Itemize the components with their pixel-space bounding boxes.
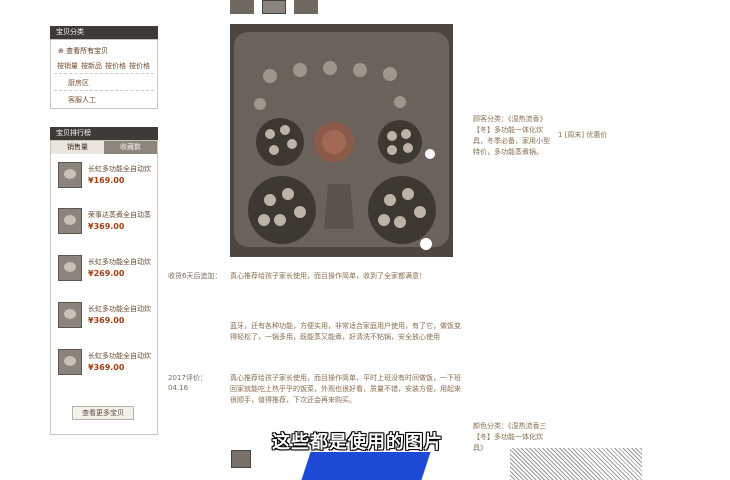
review-label: 收货6天后追加： — [168, 272, 222, 280]
review-photo-thumbnail[interactable] — [231, 450, 251, 468]
ranking-item[interactable]: 长虹多功能全自动炊 ¥369.00 — [50, 298, 158, 344]
product-thumbnail[interactable] — [58, 255, 82, 281]
product-thumbnail[interactable] — [58, 349, 82, 375]
grill-pan-illustration — [230, 24, 453, 257]
sort-by-price-link[interactable]: 按价格 — [105, 61, 126, 71]
product-image — [230, 24, 453, 257]
tab-favorites[interactable]: 收藏数 — [104, 141, 157, 154]
ranking-item-price: ¥169.00 — [88, 176, 125, 185]
view-more-button[interactable]: 查看更多宝贝 — [72, 406, 134, 420]
ranking-item[interactable]: 长虹多功能全自动炊 ¥169.00 — [50, 158, 158, 204]
category-item-service[interactable]: 客服人工 — [68, 95, 96, 105]
ranking-item[interactable]: 长虹多功能全自动炊 ¥369.00 — [50, 345, 158, 391]
video-overlay-shape — [301, 452, 431, 480]
circle-plus-icon: ⊕ — [58, 47, 64, 55]
view-all-label: 查看所有宝贝 — [66, 47, 109, 55]
ranking-item-name[interactable]: 长虹多功能全自动炊 — [88, 257, 152, 267]
ranking-item-name[interactable]: 长虹多功能全自动炊 — [88, 304, 152, 314]
review-text: 蓝牙，还有各种功能，方便实用，非常适合家庭用户使用，有了它，做饭变得轻松了，一锅… — [230, 322, 461, 341]
ranking-item-name[interactable]: 荣事达蒸煮全自动蒸 — [88, 210, 152, 220]
category-item-kitchen[interactable]: 厨房区 — [68, 78, 89, 88]
ranking-item[interactable]: 长虹多功能全自动炊 ¥269.00 — [50, 251, 158, 297]
ranking-item[interactable]: 荣事达蒸煮全自动蒸 ¥369.00 — [50, 204, 158, 250]
sort-by-price-link-2[interactable]: 按价格 — [129, 61, 150, 71]
product-description: 顾客分类：《湿热流香》【冬】多功能一体化炊具，冬季必备，家用小型特价，多功能蒸煮… — [473, 115, 550, 156]
thumbnail[interactable] — [294, 0, 318, 14]
video-subtitle: 这些都是使用的图片 — [272, 432, 443, 453]
sort-by-sales-link[interactable]: 按销量 — [57, 61, 78, 71]
ranking-panel-title: 宝贝排行榜 — [50, 127, 158, 140]
view-all-link[interactable]: ⊕ 查看所有宝贝 — [58, 46, 108, 56]
divider — [54, 90, 154, 91]
ranking-item-name[interactable]: 长虹多功能全自动炊 — [88, 351, 152, 361]
sort-by-new-link[interactable]: 按新品 — [81, 61, 102, 71]
ranking-item-price: ¥269.00 — [88, 269, 125, 278]
thumbnail[interactable] — [230, 0, 254, 14]
ranking-item-price: ¥369.00 — [88, 363, 125, 372]
dither-area — [510, 448, 642, 480]
divider — [54, 73, 154, 74]
category-panel-title: 宝贝分类 — [50, 26, 158, 39]
promo-badge: 1 [周末] 优惠价 — [558, 131, 608, 139]
product-thumbnail[interactable] — [58, 302, 82, 328]
review-label: 2017评价： — [168, 374, 207, 382]
ranking-item-name[interactable]: 长虹多功能全自动炊 — [88, 164, 152, 174]
review-text: 真心推荐给孩子家长使用，而且操作简单，收到了全家都满意！ — [230, 272, 426, 280]
product-thumbnail[interactable] — [58, 208, 82, 234]
thumbnail[interactable] — [262, 0, 286, 14]
tab-sales[interactable]: 销售量 — [51, 141, 104, 154]
ranking-item-price: ¥369.00 — [88, 316, 125, 325]
ranking-item-price: ¥369.00 — [88, 222, 125, 231]
review-text: 真心推荐给孩子家长使用，而且操作简单，平时上班没有时间做饭，一下班回家就能吃上热… — [230, 374, 461, 404]
review-date: 04.16 — [168, 384, 189, 392]
product-thumbnail[interactable] — [58, 162, 82, 188]
